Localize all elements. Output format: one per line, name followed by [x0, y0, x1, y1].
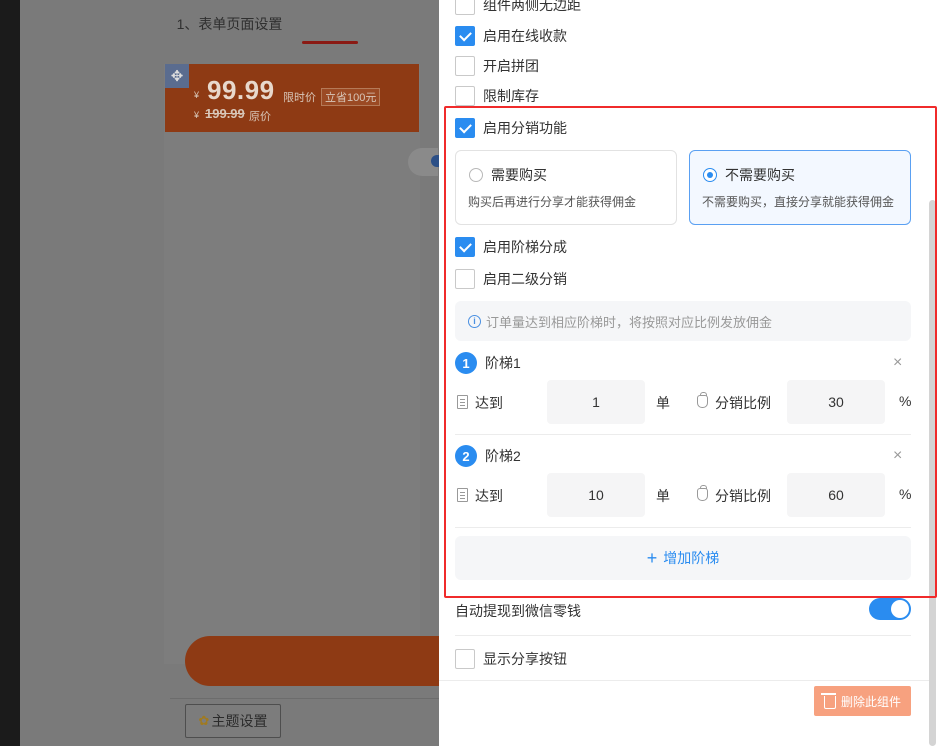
info-icon: i: [468, 314, 481, 328]
checkbox-label: 启用在线收款: [483, 28, 567, 44]
money-bag-icon: [697, 485, 708, 501]
orders-unit: 单: [656, 395, 670, 411]
percent-unit: %: [899, 486, 912, 502]
tier-header: 2 阶梯2: [455, 445, 521, 467]
add-tier-label: 增加阶梯: [663, 550, 720, 566]
tier-divider: [455, 434, 911, 435]
order-button[interactable]: [185, 636, 439, 686]
checkbox-box[interactable]: [455, 86, 475, 106]
checkbox-box[interactable]: [455, 269, 475, 289]
old-price-label: 原价: [249, 111, 271, 123]
option-card-need-purchase[interactable]: 需要购买 购买后再进行分享才能获得佣金: [455, 150, 677, 225]
checkbox-label: 开启拼团: [483, 58, 539, 74]
close-icon[interactable]: ×: [893, 355, 902, 371]
checkbox-box[interactable]: [455, 237, 475, 257]
price-value: 99.99: [207, 75, 275, 105]
ratio-input[interactable]: 30: [787, 380, 885, 424]
checkbox-box[interactable]: [455, 26, 475, 46]
price-currency: ¥: [194, 90, 200, 100]
delete-component-label: 删除此组件: [840, 694, 901, 709]
option-title: 不需要购买: [725, 167, 795, 183]
checkbox-group-buy[interactable]: 开启拼团: [455, 56, 539, 76]
settings-divider: [455, 635, 911, 636]
reach-label: 达到: [475, 488, 503, 504]
auto-withdraw-toggle[interactable]: [869, 598, 911, 620]
ratio-label: 分销比例: [715, 395, 771, 411]
theme-settings-label: 主题设置: [211, 713, 268, 729]
price-label: 限时价: [283, 92, 316, 104]
document-icon: [457, 488, 468, 502]
checkbox-second-level[interactable]: 启用二级分销: [455, 269, 567, 289]
checkbox-label: 启用阶梯分成: [483, 239, 567, 255]
info-tip: i 订单量达到相应阶梯时，将按照对应比例发放佣金: [455, 301, 911, 341]
checkbox-box[interactable]: [455, 118, 475, 138]
checkbox-enable-distribution[interactable]: 启用分销功能: [455, 118, 567, 138]
preview-tab-underline: [302, 41, 358, 44]
theme-settings-button[interactable]: ✿ 主题设置: [185, 704, 281, 738]
checkbox-box[interactable]: [455, 649, 475, 669]
tier-header: 1 阶梯1: [455, 352, 521, 374]
checkbox-no-side-margin[interactable]: 组件两侧无边距: [455, 0, 581, 15]
checkbox-box[interactable]: [455, 0, 475, 15]
tier-row: 达到 1 单 分销比例 30 %: [455, 380, 911, 424]
checkbox-show-share[interactable]: 显示分享按钮: [455, 649, 567, 669]
money-bag-icon: [697, 392, 708, 408]
orders-input[interactable]: 1: [547, 380, 645, 424]
tier-name: 阶梯2: [485, 448, 521, 464]
orders-unit: 单: [656, 488, 670, 504]
preview-card: [164, 64, 420, 664]
trash-icon: [820, 692, 836, 709]
preview-tab-title[interactable]: 1、表单页面设置: [20, 14, 439, 34]
checkbox-label: 组件两侧无边距: [483, 0, 581, 13]
add-tier-button[interactable]: + 增加阶梯: [455, 536, 911, 580]
old-price-value: 199.99: [205, 106, 245, 121]
tier-name: 阶梯1: [485, 355, 521, 371]
footer-divider: [439, 680, 929, 681]
radio-button[interactable]: [469, 168, 483, 182]
checkbox-label: 启用二级分销: [483, 271, 567, 287]
checkbox-label: 显示分享按钮: [483, 651, 567, 667]
orders-input[interactable]: 10: [547, 473, 645, 517]
checkbox-label: 启用分销功能: [483, 120, 567, 136]
radio-button[interactable]: [703, 168, 717, 182]
ratio-input[interactable]: 60: [787, 473, 885, 517]
checkbox-tiered-commission[interactable]: 启用阶梯分成: [455, 237, 567, 257]
tier-number-badge: 1: [455, 352, 477, 374]
info-text: 订单量达到相应阶梯时，将按照对应比例发放佣金: [486, 314, 773, 330]
tier-row: 达到 10 单 分销比例 60 %: [455, 473, 911, 517]
close-icon[interactable]: ×: [893, 448, 902, 464]
delete-component-button[interactable]: 删除此组件: [814, 686, 911, 716]
option-card-no-purchase[interactable]: 不需要购买 不需要购买，直接分享就能获得佣金: [689, 150, 911, 225]
price-badge: 立省100元: [321, 88, 381, 106]
option-description: 购买后再进行分享才能获得佣金: [468, 195, 637, 209]
percent-unit: %: [899, 393, 912, 409]
ratio-label: 分销比例: [715, 488, 771, 504]
checkbox-limit-stock[interactable]: 限制库存: [455, 86, 539, 106]
palette-icon: ✿: [198, 713, 210, 728]
left-edge-strip: [0, 0, 20, 746]
tier-divider: [455, 527, 911, 528]
checkbox-online-payment[interactable]: 启用在线收款: [455, 26, 567, 46]
tier-number-badge: 2: [455, 445, 477, 467]
option-title: 需要购买: [491, 167, 547, 183]
old-price-currency: ¥: [194, 110, 200, 120]
move-icon[interactable]: ✥: [165, 64, 189, 88]
checkbox-box[interactable]: [455, 56, 475, 76]
option-description: 不需要购买，直接分享就能获得佣金: [702, 195, 895, 209]
plus-icon: +: [646, 547, 658, 568]
checkbox-label: 限制库存: [483, 88, 539, 104]
document-icon: [457, 395, 468, 409]
auto-withdraw-label: 自动提现到微信零钱: [455, 603, 581, 619]
preview-footer-divider: [170, 698, 439, 699]
reach-label: 达到: [475, 395, 503, 411]
